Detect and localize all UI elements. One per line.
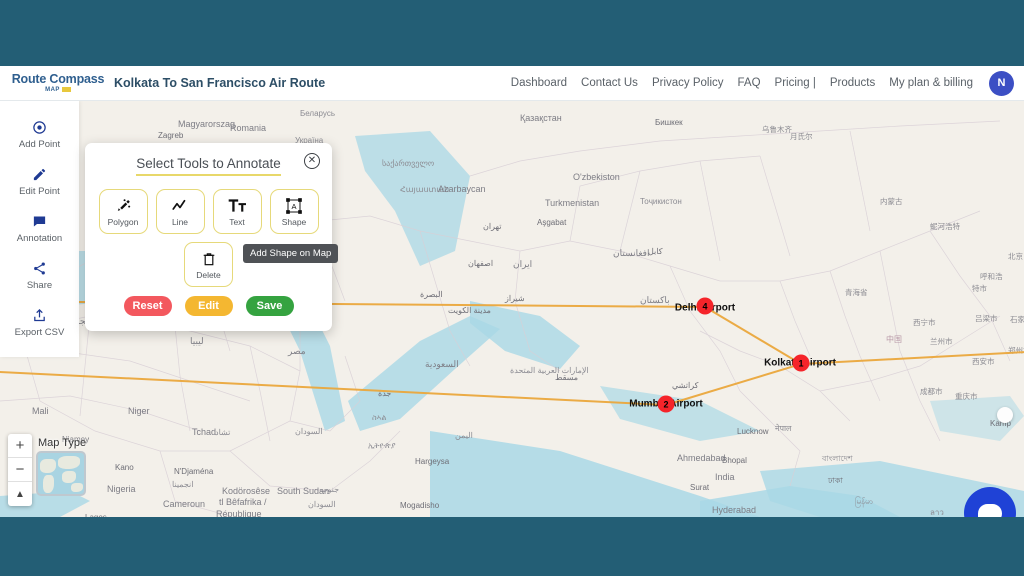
svg-text:A: A xyxy=(291,202,296,211)
text-format-icon xyxy=(228,197,247,215)
nav-item-privacy-policy[interactable]: Privacy Policy xyxy=(652,77,724,89)
nav-item-contact-us[interactable]: Contact Us xyxy=(581,77,638,89)
share-icon xyxy=(32,260,47,277)
trash-icon xyxy=(201,250,217,268)
sidebar-item-edit-point[interactable]: Edit Point xyxy=(0,158,79,205)
panel-title: Select Tools to Annotate xyxy=(136,156,281,176)
main-nav: Dashboard Contact Us Privacy Policy FAQ … xyxy=(511,70,1024,96)
upload-icon xyxy=(32,307,47,324)
logo-text-primary: Route Compass xyxy=(11,72,105,87)
sidebar-label-share: Share xyxy=(26,280,53,291)
chat-bubble-icon xyxy=(978,503,1002,517)
top-decorative-band xyxy=(0,0,1024,66)
map-type-label: Map Type xyxy=(38,437,87,449)
app-logo[interactable]: Route Compass MAP xyxy=(10,73,106,93)
comment-icon xyxy=(32,213,47,230)
sidebar-label-export-csv: Export CSV xyxy=(14,327,65,338)
annotation-tool-row: Polygon Line Text A Shape xyxy=(85,189,332,234)
sidebar-label-annotation: Annotation xyxy=(16,233,63,244)
tooltip-add-shape: Add Shape on Map xyxy=(243,244,339,263)
tool-button-shape[interactable]: A Shape xyxy=(269,189,319,234)
map-marker[interactable]: 4 xyxy=(696,297,714,315)
tools-sidebar: Add Point Edit Point Annotation Share Ex… xyxy=(0,101,79,357)
close-icon[interactable]: ✕ xyxy=(304,153,320,169)
sidebar-label-edit-point: Edit Point xyxy=(19,186,60,197)
shape-box-icon: A xyxy=(285,197,303,215)
map-secondary-action-dot[interactable] xyxy=(997,407,1013,423)
polyline-icon xyxy=(171,197,189,215)
tool-label-line: Line xyxy=(171,216,189,227)
app-header: Route Compass MAP Kolkata To San Francis… xyxy=(0,66,1024,101)
zoom-in-button[interactable]: + xyxy=(8,434,32,458)
sidebar-item-export-csv[interactable]: Export CSV xyxy=(0,299,79,346)
map-marker[interactable]: 1 xyxy=(792,354,810,372)
sidebar-label-add-point: Add Point xyxy=(18,139,61,150)
map-zoom-controls: + − ▲ xyxy=(8,434,32,506)
tool-button-line[interactable]: Line xyxy=(155,189,205,234)
map-marker[interactable]: 2 xyxy=(657,395,675,413)
map-type-selector[interactable]: Map Type xyxy=(36,437,86,496)
target-icon xyxy=(32,119,47,136)
nav-item-products[interactable]: Products xyxy=(830,77,875,89)
draw-polygon-icon xyxy=(115,197,132,215)
tool-label-text: Text xyxy=(229,216,245,227)
tool-label-polygon: Polygon xyxy=(107,216,139,227)
nav-item-my-plan-billing[interactable]: My plan & billing xyxy=(889,77,973,89)
tool-button-polygon[interactable]: Polygon xyxy=(98,189,148,234)
zoom-out-button[interactable]: − xyxy=(8,458,32,482)
sidebar-item-add-point[interactable]: Add Point xyxy=(0,111,79,158)
nav-item-faq[interactable]: FAQ xyxy=(738,77,761,89)
nav-item-dashboard[interactable]: Dashboard xyxy=(511,77,567,89)
sidebar-item-share[interactable]: Share xyxy=(0,252,79,299)
tool-label-shape: Shape xyxy=(281,216,307,227)
compass-icon[interactable]: ▲ xyxy=(8,482,32,506)
tool-label-delete: Delete xyxy=(196,269,221,280)
tool-button-text[interactable]: Text xyxy=(212,189,262,234)
reset-button[interactable]: Reset xyxy=(123,296,172,316)
sidebar-item-annotation[interactable]: Annotation xyxy=(0,205,79,252)
logo-flag-icon xyxy=(61,87,71,93)
pencil-icon xyxy=(32,166,47,183)
nav-item-pricing[interactable]: Pricing | xyxy=(775,77,816,89)
user-avatar[interactable]: N xyxy=(989,70,1014,96)
bottom-decorative-band xyxy=(0,517,1024,576)
annotate-tools-panel: Select Tools to Annotate ✕ Polygon Line xyxy=(85,143,339,331)
map-type-thumbnail[interactable] xyxy=(36,451,86,496)
save-button[interactable]: Save xyxy=(245,296,294,316)
edit-button[interactable]: Edit xyxy=(184,296,233,316)
logo-text-secondary: MAP xyxy=(45,86,60,93)
page-title: Kolkata To San Francisco Air Route xyxy=(114,76,326,90)
tool-button-delete[interactable]: Delete xyxy=(184,242,233,287)
panel-action-row: Reset Edit Save xyxy=(85,296,332,316)
